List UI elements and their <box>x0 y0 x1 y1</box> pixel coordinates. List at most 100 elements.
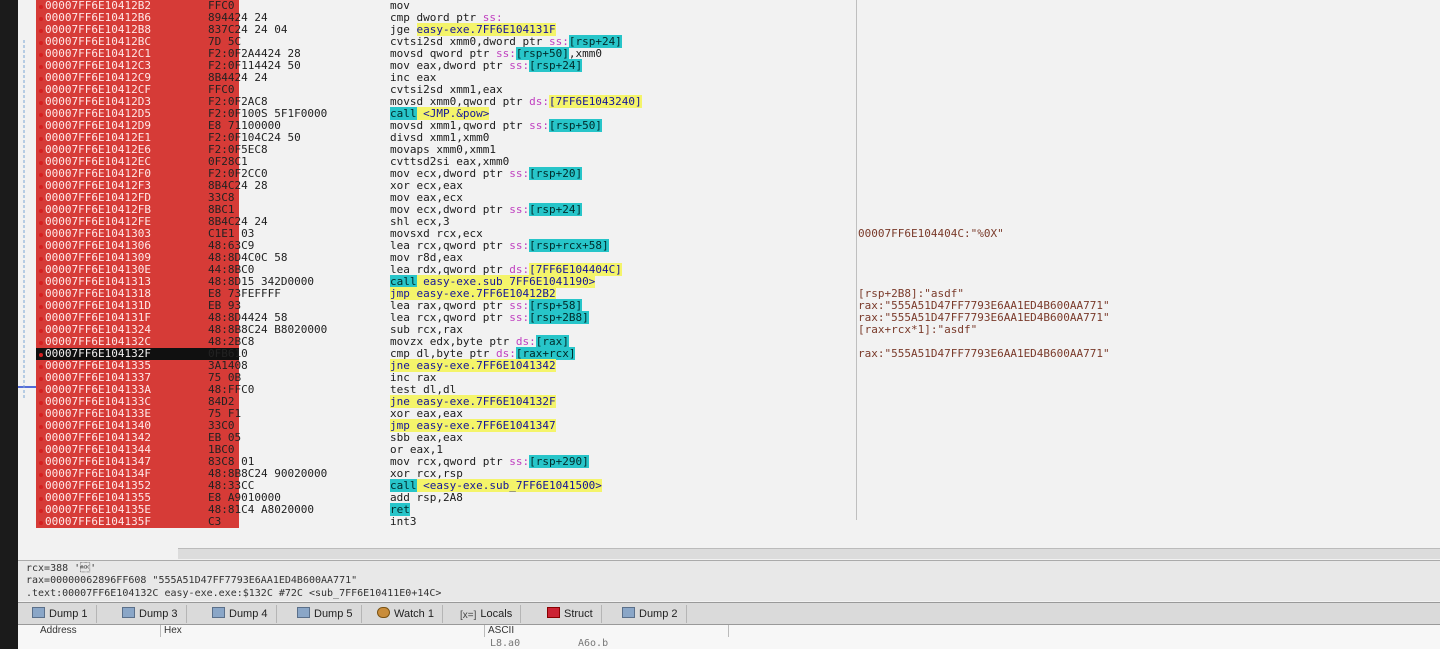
breakpoint-icon[interactable] <box>39 5 43 9</box>
segment-text: ss: <box>509 167 530 180</box>
tab-dump-3[interactable]: Dump 3 <box>118 605 187 623</box>
info-line-location: .text:00007FF6E104132C easy-exe.exe:$132… <box>26 588 442 599</box>
breakpoint-icon[interactable] <box>39 137 43 141</box>
info-panel: rcx=388 '' rax=00000062896FF608 "555A51… <box>18 560 1440 601</box>
breakpoint-icon[interactable] <box>39 281 43 285</box>
segment-text: ds: <box>529 95 549 108</box>
breakpoint-icon[interactable] <box>39 17 43 21</box>
breakpoint-icon[interactable] <box>39 113 43 117</box>
breakpoint-icon[interactable] <box>39 41 43 45</box>
breakpoint-icon[interactable] <box>39 173 43 177</box>
breakpoint-icon[interactable] <box>39 461 43 465</box>
breakpoint-icon[interactable] <box>39 161 43 165</box>
segment-text: ss: <box>509 203 530 216</box>
breakpoint-icon[interactable] <box>39 437 43 441</box>
dump-icon <box>622 607 635 618</box>
target-text[interactable]: [7FF6E1043240] <box>548 95 642 108</box>
tab-dump-4[interactable]: Dump 4 <box>208 605 277 623</box>
dump-icon <box>297 607 310 618</box>
breakpoint-icon[interactable] <box>39 89 43 93</box>
breakpoint-icon[interactable] <box>39 185 43 189</box>
bottom-tab-bar: Dump 1 Dump 3 Dump 4 Dump 5 Watch 1 [x=]… <box>18 602 1440 625</box>
instruction-cell[interactable]: sbb eax,eax <box>390 432 870 444</box>
dump-col-address[interactable]: Address <box>36 625 161 637</box>
breakpoint-icon[interactable] <box>39 329 43 333</box>
breakpoint-icon[interactable] <box>39 509 43 513</box>
breakpoint-icon[interactable] <box>39 29 43 33</box>
breakpoint-icon[interactable] <box>39 149 43 153</box>
breakpoint-icon[interactable] <box>39 425 43 429</box>
dump-col-ascii[interactable]: ASCII <box>484 625 729 637</box>
breakpoint-icon[interactable] <box>39 197 43 201</box>
locals-icon: [x=] <box>460 610 477 621</box>
tab-dump-2[interactable]: Dump 2 <box>618 605 687 623</box>
breakpoint-icon[interactable] <box>39 305 43 309</box>
breakpoint-icon[interactable] <box>39 257 43 261</box>
breakpoint-icon[interactable] <box>39 209 43 213</box>
dump-icon <box>212 607 225 618</box>
breakpoint-icon[interactable] <box>39 341 43 345</box>
breakpoint-icon[interactable] <box>39 293 43 297</box>
comment-cell[interactable]: [rax+rcx*1]:"asdf" <box>858 324 1278 336</box>
breakpoint-icon[interactable] <box>39 485 43 489</box>
segment-text: ss: <box>509 455 530 468</box>
instruction-cell[interactable]: ret <box>390 503 870 516</box>
instruction-cell[interactable]: jne easy-exe.7FF6E1041342 <box>390 359 870 372</box>
breakpoint-icon[interactable] <box>39 245 43 249</box>
instruction-cell[interactable]: mov ecx,dword ptr ss:[rsp+24] <box>390 203 870 216</box>
breakpoint-icon[interactable] <box>39 269 43 273</box>
comment-cell[interactable]: rax:"555A51D47FF7793E6AA1ED4B600AA771" <box>858 348 1278 360</box>
instruction-text: int3 <box>390 515 417 528</box>
breakpoint-icon[interactable] <box>39 77 43 81</box>
instruction-cell[interactable]: add rsp,2A8 <box>390 492 870 504</box>
breakpoint-icon[interactable] <box>39 233 43 237</box>
operand-text: [rsp+24] <box>529 203 583 216</box>
instruction-cell[interactable]: inc rax <box>390 372 870 384</box>
breakpoint-icon[interactable] <box>39 101 43 105</box>
breakpoint-icon[interactable] <box>39 125 43 129</box>
operand-text: [rsp+20] <box>529 167 583 180</box>
dump-ascii-row: L8.a0 <box>490 638 521 649</box>
tab-locals[interactable]: [x=] Locals <box>456 605 522 623</box>
info-line-rcx: rcx=388 '' <box>26 563 97 574</box>
dump-icon <box>32 607 45 618</box>
dump-pane[interactable]: Address Hex ASCII L8.a0 A6o.b <box>18 624 1440 649</box>
info-line-rax: rax=00000062896FF608 "555A51D47FF7793E6A… <box>26 575 358 586</box>
address-text: 00007FF6E104135F <box>45 515 151 528</box>
breakpoint-icon[interactable] <box>39 521 43 525</box>
breakpoint-icon[interactable] <box>39 53 43 57</box>
instruction-cell[interactable]: int3 <box>390 516 870 528</box>
segment-text: ss: <box>509 239 530 252</box>
breakpoint-icon[interactable] <box>39 401 43 405</box>
breakpoint-icon[interactable] <box>39 473 43 477</box>
tab-struct[interactable]: Struct <box>543 605 602 623</box>
operand-text: [rsp+290] <box>529 455 589 468</box>
watch-icon <box>377 607 390 618</box>
breakpoint-icon[interactable] <box>39 389 43 393</box>
instruction-cell[interactable]: mov eax,dword ptr ss:[rsp+24] <box>390 59 870 72</box>
segment-text: ss: <box>529 119 549 132</box>
horizontal-scrollbar[interactable] <box>178 548 1440 559</box>
breakpoint-icon[interactable] <box>39 65 43 69</box>
dump-ascii-row: A6o.b <box>578 638 609 649</box>
operand-text: [rsp+50] <box>548 119 602 132</box>
tab-dump-5[interactable]: Dump 5 <box>293 605 362 623</box>
monitor-bezel <box>0 0 18 649</box>
breakpoint-icon[interactable] <box>39 221 43 225</box>
breakpoint-icon[interactable] <box>39 353 43 357</box>
cpu-disassembly-pane[interactable]: 00007FF6E10412B2 FFC0 mov 00007FF6E10412B6 8… <box>18 0 1440 548</box>
breakpoint-icon[interactable] <box>39 413 43 417</box>
breakpoint-icon[interactable] <box>39 377 43 381</box>
tab-watch-1[interactable]: Watch 1 <box>373 605 443 623</box>
debugger-window: 00007FF6E10412B2 FFC0 mov 00007FF6E10412B6 8… <box>18 0 1440 649</box>
breakpoint-icon[interactable] <box>39 317 43 321</box>
breakpoint-icon[interactable] <box>39 365 43 369</box>
tab-dump-1[interactable]: Dump 1 <box>28 605 97 623</box>
dump-col-hex[interactable]: Hex <box>160 625 485 637</box>
breakpoint-icon[interactable] <box>39 449 43 453</box>
breakpoint-icon[interactable] <box>39 497 43 501</box>
dump-icon <box>122 607 135 618</box>
segment-text: ss: <box>509 59 530 72</box>
comment-cell[interactable]: 00007FF6E104404C:"%0X" <box>858 228 1278 240</box>
operand-text: [rsp+24] <box>529 59 583 72</box>
